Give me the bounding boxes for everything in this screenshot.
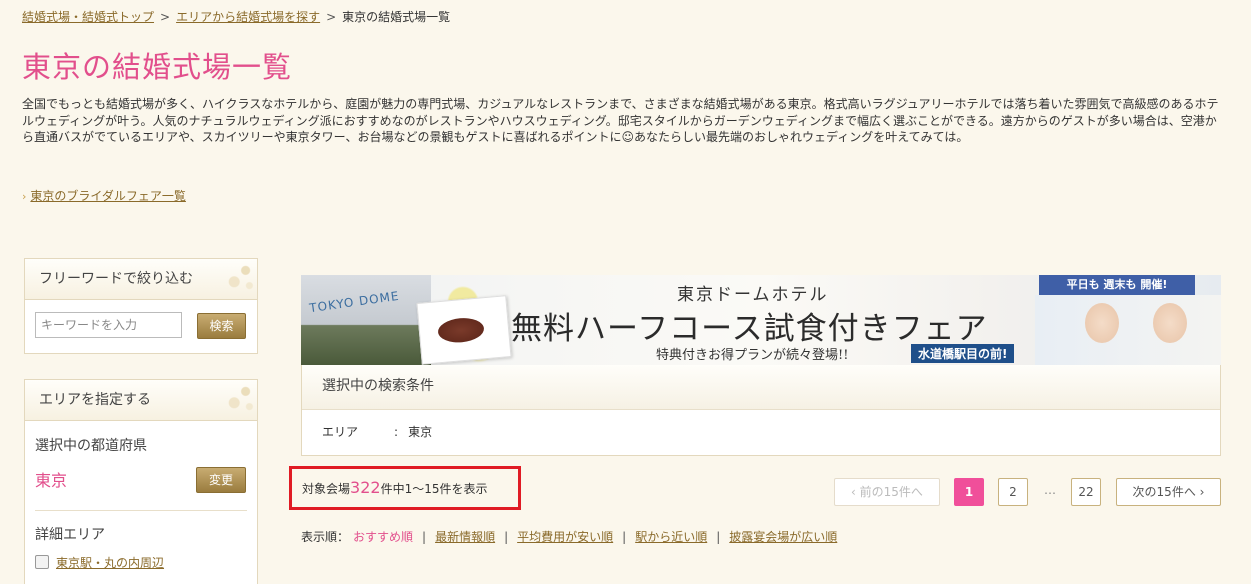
- floral-ornament-icon: [219, 259, 257, 297]
- change-prefecture-button[interactable]: 変更: [196, 467, 246, 493]
- sort-option-cost[interactable]: 平均費用が安い順: [517, 530, 613, 544]
- divider: [35, 510, 247, 511]
- pagination-ellipsis: …: [1044, 483, 1056, 497]
- result-total: 322: [350, 478, 381, 497]
- keyword-input[interactable]: [35, 312, 182, 338]
- result-count-suffix: 件中1〜15件を表示: [380, 482, 488, 496]
- floral-ornament-icon: [219, 380, 257, 418]
- banner-subtext: 特典付きお得プランが続々登場!!: [656, 348, 849, 363]
- area-option[interactable]: 東京駅・丸の内周辺: [35, 554, 164, 571]
- bridal-fair-link-row: › 東京のブライダルフェア一覧: [22, 187, 186, 204]
- page-title: 東京の結婚式場一覧: [22, 50, 293, 84]
- next-page-button[interactable]: 次の15件へ ›: [1116, 478, 1221, 506]
- condition-label: エリア: [322, 425, 359, 439]
- breadcrumb-current: 東京の結婚式場一覧: [342, 10, 451, 24]
- page: 結婚式場・結婚式トップ > エリアから結婚式場を探す > 東京の結婚式場一覧 東京の結婚…: [0, 0, 1251, 584]
- freeword-box: フリーワードで絞り込む 検索: [24, 258, 258, 354]
- page-22-button[interactable]: 22: [1071, 478, 1101, 506]
- search-conditions-title: 選択中の検索条件: [302, 365, 1220, 410]
- sort-option-latest[interactable]: 最新情報順: [435, 530, 495, 544]
- breadcrumb-separator: >: [160, 10, 171, 24]
- breadcrumb-link-top[interactable]: 結婚式場・結婚式トップ: [22, 10, 154, 24]
- sort-label: 表示順：: [301, 530, 350, 544]
- sort-separator: |: [504, 530, 509, 544]
- detail-area-label: 詳細エリア: [35, 527, 105, 543]
- banner-hotel-name: 東京ドームホテル: [677, 285, 829, 305]
- breadcrumb-link-area-search[interactable]: エリアから結婚式場を探す: [176, 10, 320, 24]
- promo-banner[interactable]: TOKYO DOME 東京ドームホテル 無料ハーフコース試食付きフェア 特典付き…: [301, 275, 1221, 365]
- chevron-right-icon: ›: [22, 190, 27, 203]
- sort-option-station[interactable]: 駅から近い順: [635, 530, 707, 544]
- banner-station-badge: 水道橋駅目の前!: [911, 344, 1015, 363]
- page-1-button[interactable]: 1: [954, 478, 984, 506]
- breadcrumb: 結婚式場・結婚式トップ > エリアから結婚式場を探す > 東京の結婚式場一覧: [22, 8, 450, 25]
- selected-prefecture-label: 選択中の都道府県: [35, 438, 147, 454]
- couple-photo: [1035, 295, 1221, 365]
- area-option-link[interactable]: 東京駅・丸の内周辺: [56, 556, 164, 570]
- sort-separator: |: [716, 530, 721, 544]
- area-box: エリアを指定する 選択中の都道府県 東京 変更 詳細エリア 東京駅・丸の内周辺: [24, 379, 258, 584]
- sort-separator: |: [622, 530, 627, 544]
- banner-ribbon: 平日も 週末も 開催!: [1039, 275, 1195, 295]
- bridal-fair-link[interactable]: 東京のブライダルフェア一覧: [30, 189, 186, 203]
- page-2-button[interactable]: 2: [998, 478, 1028, 506]
- sort-option-hall-size[interactable]: 披露宴会場が広い順: [729, 530, 837, 544]
- sort-current: おすすめ順: [353, 530, 414, 544]
- prev-page-button: ‹ 前の15件へ: [834, 478, 940, 506]
- condition-row-area: エリア: 東京: [322, 423, 432, 440]
- food-photo: [416, 295, 512, 365]
- result-count: 対象会場322件中1〜15件を表示: [289, 466, 521, 510]
- breadcrumb-separator: >: [326, 10, 337, 24]
- search-conditions-box: 選択中の検索条件 エリア: 東京: [301, 365, 1221, 456]
- condition-value: 東京: [408, 425, 433, 439]
- sort-bar: 表示順： おすすめ順 | 最新情報順 | 平均費用が安い順 | 駅から近い順 | 披露宴会場が広い…: [301, 528, 837, 545]
- intro-text: 全国でもっとも結婚式場が多く、ハイクラスなホテルから、庭園が魅力の専門式場、カジ…: [22, 97, 1219, 144]
- selected-prefecture-value: 東京: [35, 471, 68, 490]
- search-button[interactable]: 検索: [197, 313, 246, 339]
- condition-colon: :: [394, 425, 399, 439]
- banner-headline: 無料ハーフコース試食付きフェア: [511, 311, 988, 347]
- tokyo-dome-photo: [301, 275, 431, 365]
- sort-separator: |: [422, 530, 427, 544]
- result-count-prefix: 対象会場: [302, 482, 351, 496]
- area-checkbox[interactable]: [35, 555, 49, 569]
